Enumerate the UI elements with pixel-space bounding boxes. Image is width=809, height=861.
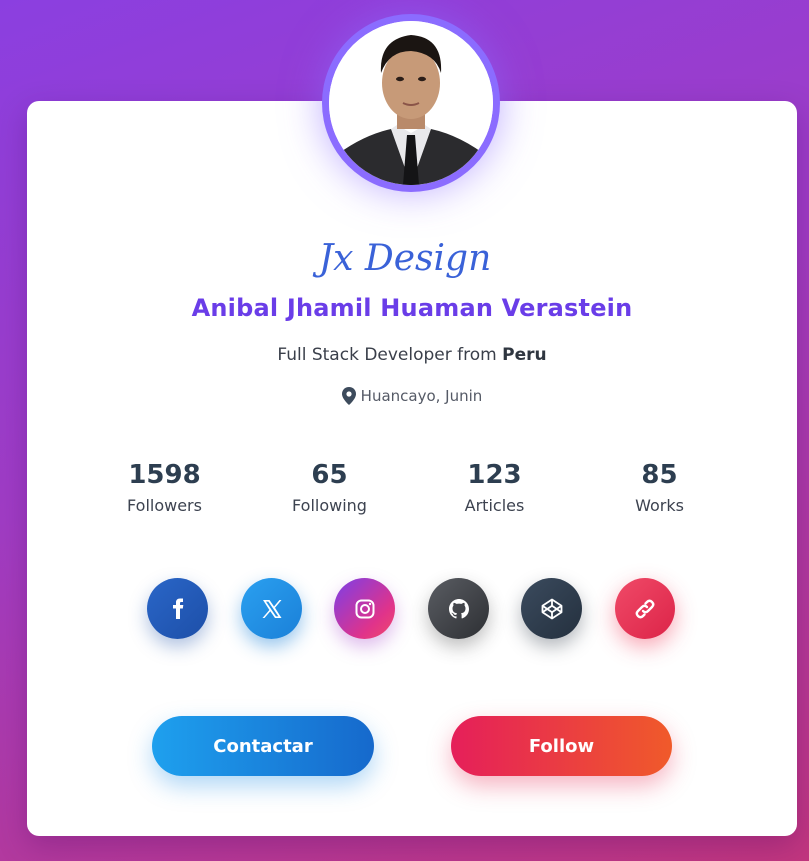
profile-location: Huancayo, Junin — [27, 387, 797, 405]
instagram-button[interactable] — [334, 578, 395, 639]
brand-logo-text: Jx Design — [311, 238, 491, 279]
stat-articles[interactable]: 123 Articles — [412, 458, 577, 515]
social-links — [147, 578, 687, 640]
link-button[interactable] — [615, 578, 675, 639]
facebook-button[interactable] — [147, 578, 208, 639]
stat-value: 123 — [467, 460, 522, 490]
location-pin-icon — [341, 387, 356, 405]
github-button[interactable] — [428, 578, 489, 639]
stats-row: 1598 Followers 65 Following 123 Articles… — [82, 458, 742, 515]
profile-role: Full Stack Developer from Peru — [27, 345, 797, 365]
stat-label: Following — [292, 496, 367, 515]
contact-button[interactable]: Contactar — [152, 716, 374, 776]
codepen-button[interactable] — [521, 578, 582, 639]
link-icon — [635, 599, 655, 618]
stat-value: 85 — [641, 460, 678, 490]
avatar[interactable] — [329, 21, 493, 185]
stat-value: 65 — [311, 460, 348, 490]
avatar-ring — [322, 14, 500, 192]
stat-label: Followers — [127, 496, 202, 515]
avatar-image — [329, 21, 493, 185]
location-text: Huancayo, Junin — [360, 387, 483, 405]
role-country: Peru — [502, 345, 547, 365]
stat-following[interactable]: 65 Following — [247, 458, 412, 515]
x-twitter-button[interactable] — [241, 578, 302, 639]
profile-name: Anibal Jhamil Huaman Verastein — [191, 294, 633, 322]
github-icon — [448, 598, 469, 618]
role-text: Full Stack Developer from — [277, 345, 503, 365]
stat-value: 1598 — [128, 460, 201, 490]
x-icon — [262, 599, 281, 618]
instagram-icon — [355, 599, 374, 618]
stat-label: Articles — [464, 496, 525, 515]
follow-button[interactable]: Follow — [451, 716, 672, 776]
stat-works[interactable]: 85 Works — [577, 458, 742, 515]
facebook-icon — [172, 598, 183, 619]
brand-logo: Jx Design — [0, 226, 809, 296]
stat-followers[interactable]: 1598 Followers — [82, 458, 247, 515]
stat-label: Works — [635, 496, 684, 515]
codepen-icon — [541, 598, 562, 619]
